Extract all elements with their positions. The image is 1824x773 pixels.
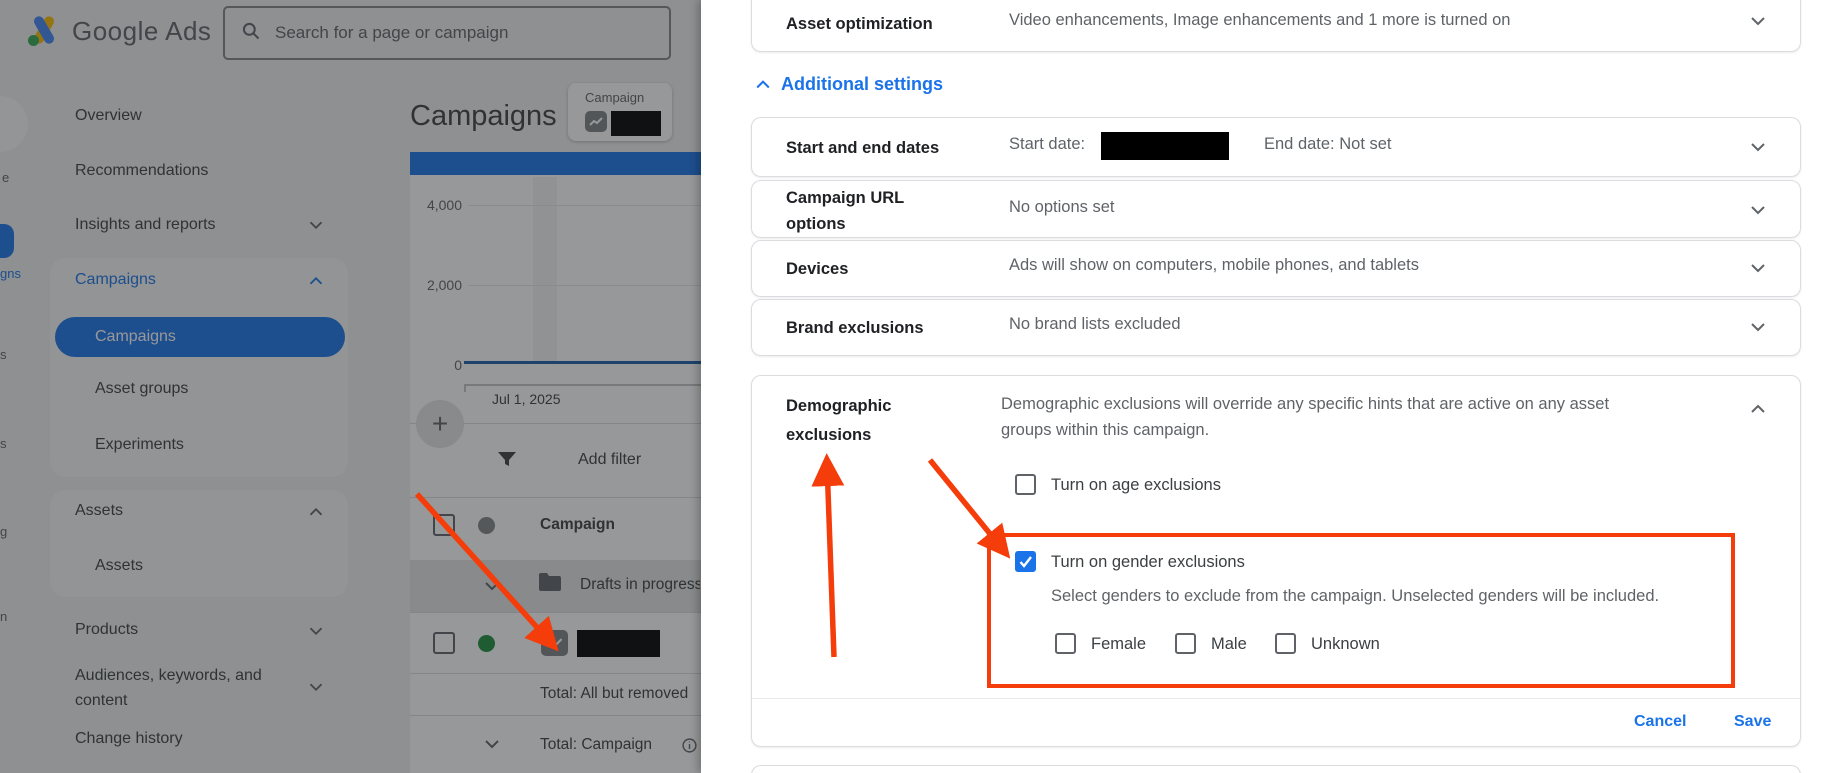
setting-row-brand-exclusions[interactable]: Brand exclusions No brand lists excluded: [751, 299, 1801, 356]
demographic-description-line1: Demographic exclusions will override any…: [1001, 395, 1609, 414]
google-ads-screen: Google Ads e gns s s g n Overview Recomm…: [0, 0, 1824, 773]
setting-label: Brand exclusions: [786, 315, 924, 341]
setting-row-demographic-exclusions: Demographic exclusions Demographic exclu…: [751, 375, 1801, 747]
gender-exclusions-label[interactable]: Turn on gender exclusions: [1051, 553, 1245, 572]
chevron-down-icon[interactable]: [1746, 315, 1770, 339]
setting-value: No options set: [1009, 198, 1114, 217]
setting-value: No brand lists excluded: [1009, 315, 1181, 334]
setting-row-next-partial[interactable]: [751, 765, 1801, 773]
gender-unknown-label[interactable]: Unknown: [1311, 635, 1380, 654]
setting-label: Demographic exclusions: [786, 392, 921, 450]
setting-label: Campaign URL options: [786, 185, 911, 237]
additional-settings-label: Additional settings: [781, 74, 943, 95]
gender-unknown-checkbox[interactable]: [1275, 633, 1296, 654]
setting-row-start-end-dates[interactable]: Start and end dates Start date: End date…: [751, 117, 1801, 177]
card-footer-divider: [752, 698, 1800, 699]
end-date-value: End date: Not set: [1264, 135, 1392, 154]
start-date-prefix: Start date:: [1009, 135, 1085, 154]
setting-label: Asset optimization: [786, 11, 933, 37]
caret-up-icon: [753, 75, 773, 95]
redacted-box: [1101, 132, 1229, 160]
setting-value: Ads will show on computers, mobile phone…: [1009, 256, 1419, 275]
chevron-down-icon[interactable]: [1746, 135, 1770, 159]
gender-exclusions-checkbox[interactable]: [1015, 551, 1036, 572]
setting-row-devices[interactable]: Devices Ads will show on computers, mobi…: [751, 240, 1801, 297]
gender-female-label[interactable]: Female: [1091, 635, 1146, 654]
additional-settings-toggle[interactable]: Additional settings: [753, 74, 943, 95]
modal-scrim[interactable]: [0, 0, 701, 773]
setting-row-asset-optimization[interactable]: Asset optimization Video enhancements, I…: [751, 0, 1801, 52]
cancel-button[interactable]: Cancel: [1634, 713, 1686, 731]
save-button[interactable]: Save: [1734, 713, 1771, 731]
chevron-up-icon[interactable]: [1746, 397, 1770, 421]
gender-female-checkbox[interactable]: [1055, 633, 1076, 654]
gender-help-text: Select genders to exclude from the campa…: [1051, 587, 1659, 606]
campaign-settings-panel: Asset optimization Video enhancements, I…: [701, 0, 1824, 773]
gender-male-label[interactable]: Male: [1211, 635, 1247, 654]
chevron-down-icon[interactable]: [1746, 9, 1770, 33]
setting-label: Devices: [786, 256, 848, 282]
setting-label: Start and end dates: [786, 135, 939, 161]
age-exclusions-checkbox[interactable]: [1015, 474, 1036, 495]
gender-male-checkbox[interactable]: [1175, 633, 1196, 654]
setting-value: Video enhancements, Image enhancements a…: [1009, 11, 1510, 30]
setting-row-campaign-url-options[interactable]: Campaign URL options No options set: [751, 180, 1801, 238]
chevron-down-icon[interactable]: [1746, 198, 1770, 222]
age-exclusions-label[interactable]: Turn on age exclusions: [1051, 476, 1221, 495]
demographic-description-line2: groups within this campaign.: [1001, 421, 1209, 440]
chevron-down-icon[interactable]: [1746, 256, 1770, 280]
